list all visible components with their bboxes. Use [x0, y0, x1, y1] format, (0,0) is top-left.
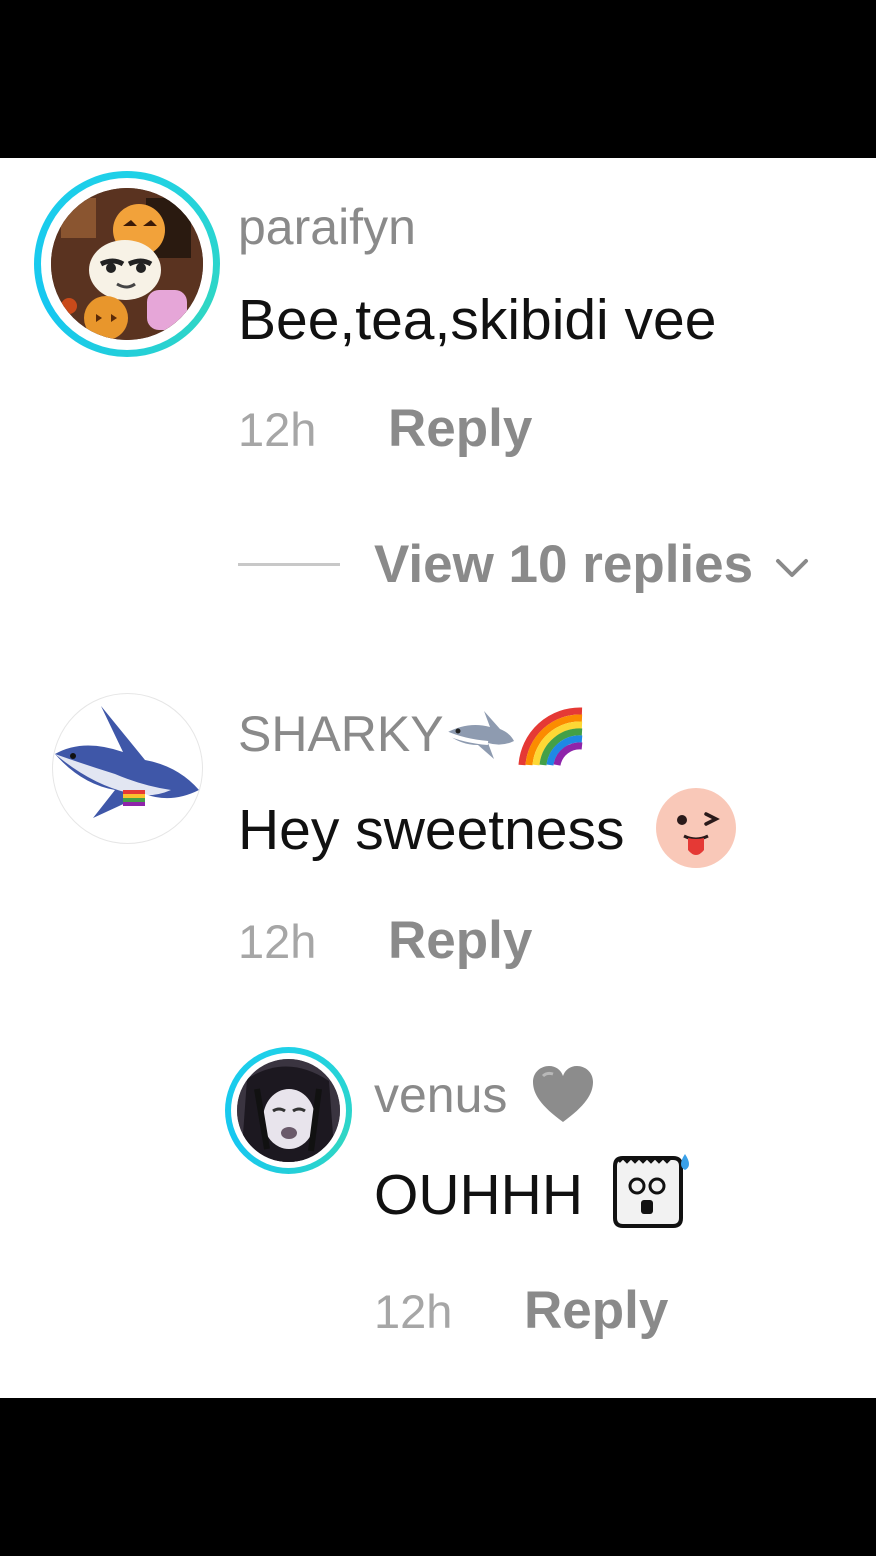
replies-divider — [238, 563, 340, 566]
shark-emoji — [444, 711, 514, 759]
avatar[interactable] — [237, 1059, 340, 1162]
rainbow-emoji — [518, 707, 582, 766]
comment-text-content: Hey sweetness — [238, 798, 625, 863]
avatar[interactable] — [52, 693, 203, 844]
comment-time: 12h — [238, 403, 317, 456]
comment-text: Bee,tea,skibidi vee — [238, 288, 717, 352]
username-text: SHARKY — [238, 706, 444, 763]
avatar-image — [51, 188, 203, 340]
top-letterbox — [0, 0, 876, 158]
reply-button[interactable]: Reply — [388, 914, 532, 967]
bottom-letterbox — [0, 1398, 876, 1556]
comment-username[interactable]: SHARKY — [238, 707, 588, 769]
view-replies-button[interactable]: View 10 replies — [374, 538, 753, 591]
reply-button[interactable]: Reply — [388, 402, 532, 455]
comment-username[interactable]: venus — [374, 1065, 595, 1126]
winking-tongue-face-emoji — [656, 788, 737, 868]
comment-text-content: OUHHH — [374, 1163, 583, 1228]
shocked-ghost-sticker-emoji — [612, 1154, 689, 1228]
avatar-image — [237, 1059, 340, 1162]
shark-avatar-image — [55, 706, 199, 818]
chevron-down-icon[interactable] — [772, 556, 812, 580]
comment-text: Hey sweetness — [238, 788, 738, 870]
grey-heart-emoji — [533, 1065, 594, 1122]
username-text: venus — [374, 1067, 508, 1123]
comment-time: 12h — [238, 915, 317, 968]
reply-button[interactable]: Reply — [524, 1284, 668, 1337]
avatar[interactable] — [51, 188, 203, 340]
comment-list: paraifyn Bee,tea,skibidi vee 12h Reply V… — [0, 158, 876, 1398]
comment-text: OUHHH — [374, 1154, 693, 1232]
comment-username[interactable]: paraifyn — [238, 202, 416, 252]
comment-time: 12h — [374, 1285, 453, 1338]
